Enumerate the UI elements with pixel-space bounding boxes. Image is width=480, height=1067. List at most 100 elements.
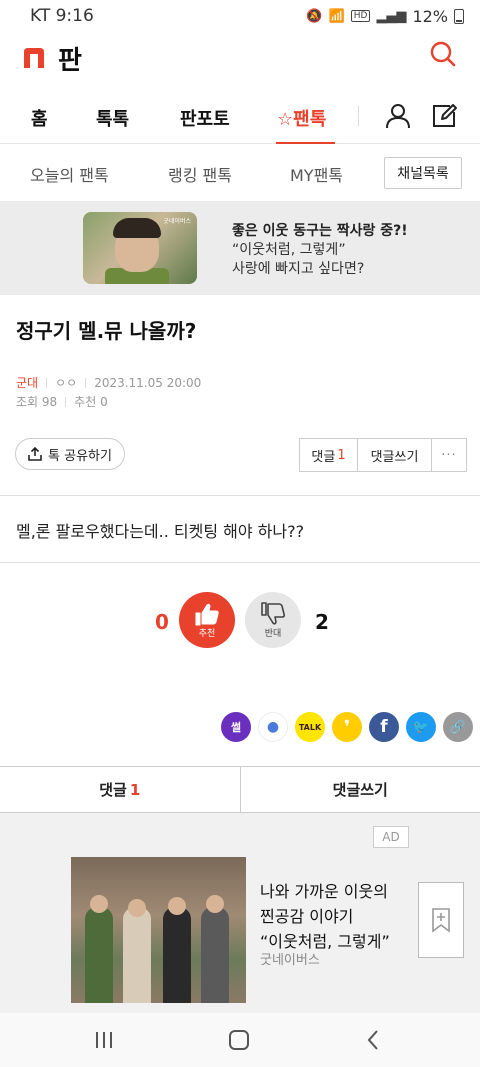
upvote-button[interactable]: 추천 (179, 592, 235, 648)
promo-banner[interactable]: 굿네이버스 좋은 이웃 동구는 짝사랑 중?! “이웃처럼, 그렇게” 사랑에 … (0, 201, 480, 295)
thumbs-up-icon (195, 603, 219, 625)
back-icon (367, 1030, 378, 1050)
logo-text[interactable]: 판 (58, 40, 82, 77)
mute-icon: 🔕 (306, 8, 323, 24)
downvote-label: 반대 (264, 628, 282, 639)
signal-icon: ▂▄▆ (376, 8, 407, 24)
comment-tab-bar: 댓글 1 댓글쓰기 (0, 766, 480, 813)
post-body: 멜,론 팔로우했다는데.. 티켓팅 해야 하나?? (16, 522, 305, 541)
wifi-icon: 📶 (328, 8, 345, 24)
subnav-my[interactable]: MY팬톡 (290, 162, 343, 186)
subnav-today[interactable]: 오늘의 팬톡 (30, 162, 109, 186)
comment-label: 댓글 (311, 449, 336, 465)
band-share-button[interactable]: ● (258, 712, 288, 742)
thumbs-down-icon (261, 601, 286, 625)
edit-icon (433, 104, 457, 127)
sns-share-row: 썰 ● TALK ❜ f 🐦 🔗 (221, 712, 473, 742)
meta-divider (85, 377, 87, 388)
share-icon (28, 447, 42, 461)
ad-line-2: 찐공감 이야기 (260, 907, 354, 926)
banner-image-mark: 굿네이버스 (163, 218, 191, 225)
home-button[interactable] (225, 1027, 253, 1053)
nav-fantalk-label: 팬톡 (293, 109, 327, 130)
nav-toktok[interactable]: 톡톡 (96, 105, 129, 131)
kakaotalk-share-button[interactable]: TALK (295, 712, 325, 742)
home-icon (229, 1030, 249, 1050)
ad-source: 굿네이버스 (260, 953, 320, 968)
write-comment-button[interactable]: 댓글쓰기 (358, 439, 432, 471)
more-button[interactable]: ··· (432, 439, 466, 471)
tab-comments-count: 1 (129, 780, 141, 799)
search-button[interactable] (428, 40, 458, 70)
ad-text[interactable]: 나와 가까운 이웃의 찐공감 이야기 “이웃처럼, 그렇게” (260, 879, 390, 954)
system-nav-bar (0, 1013, 480, 1067)
post-recommends: 추천 0 (74, 395, 108, 409)
nav-fantalk[interactable]: ☆팬톡 (277, 105, 326, 131)
bookmark-button[interactable] (418, 882, 464, 958)
logo-n-icon[interactable] (22, 46, 46, 70)
nav-home[interactable]: 홈 (31, 105, 48, 131)
banner-image: 굿네이버스 (83, 212, 197, 284)
channel-list-button[interactable]: 채널목록 (384, 157, 462, 189)
kakaostory-icon: ❜ (343, 716, 351, 738)
banner-line-2: “이웃처럼, 그렇게” (232, 242, 346, 258)
user-icon (386, 104, 410, 129)
post-category[interactable]: 군대 (16, 374, 38, 391)
facebook-icon: f (380, 717, 388, 737)
share-label: 톡 공유하기 (48, 448, 112, 464)
tab-comments[interactable]: 댓글 1 (0, 767, 240, 812)
battery-icon (454, 8, 464, 24)
carrier-time: KT 9:16 (30, 6, 94, 26)
ad-section: AD 나와 가까운 이웃의 찐공감 이야기 “이웃처럼, 그렇게” (0, 813, 480, 1013)
user-button[interactable] (384, 102, 412, 130)
tab-write-comment[interactable]: 댓글쓰기 (239, 767, 480, 812)
banner-line-3: 사랑에 빠지고 싶다면? (232, 261, 365, 277)
ssul-icon: 썰 (230, 721, 242, 734)
link-share-button[interactable]: 🔗 (443, 712, 473, 742)
write-button[interactable] (430, 102, 458, 130)
tab-comments-label: 댓글 (99, 781, 127, 799)
status-icons: 🔕 📶 HD ▂▄▆ 12% (306, 7, 464, 26)
facebook-share-button[interactable]: f (369, 712, 399, 742)
comment-button[interactable]: 댓글 1 (300, 439, 358, 471)
main-nav: 홈 톡톡 판포토 ☆팬톡 (0, 88, 480, 144)
link-icon: 🔗 (449, 719, 467, 735)
post-datetime: 2023.11.05 20:00 (94, 375, 202, 390)
app-header: 판 (0, 32, 480, 84)
divider (0, 495, 480, 496)
kakaotalk-icon: TALK (298, 722, 322, 732)
status-bar: KT 9:16 🔕 📶 HD ▂▄▆ 12% (0, 0, 480, 32)
recent-apps-button[interactable] (90, 1027, 118, 1053)
star-icon: ☆ (277, 109, 294, 130)
banner-text: 좋은 이웃 동구는 짝사랑 중?! “이웃처럼, 그렇게” 사랑에 빠지고 싶다… (232, 222, 408, 279)
battery-percent: 12% (412, 6, 448, 26)
nav-panphoto[interactable]: 판포토 (180, 105, 230, 131)
kakaostory-share-button[interactable]: ❜ (332, 712, 362, 742)
meta-divider (46, 377, 48, 388)
upvote-count: 0 (155, 610, 169, 634)
twitter-share-button[interactable]: 🐦 (406, 712, 436, 742)
bookmark-plus-icon (432, 908, 450, 933)
comment-count: 1 (337, 447, 346, 463)
ad-image[interactable] (71, 857, 246, 1003)
post-nickname: ㅇㅇ (55, 376, 78, 390)
post-title: 정구기 멜.뮤 나올까? (16, 319, 197, 343)
downvote-button[interactable]: 반대 (245, 592, 301, 648)
ad-badge: AD (373, 826, 409, 848)
banner-line-1: 좋은 이웃 동구는 짝사랑 중?! (232, 223, 408, 239)
downvote-count: 2 (315, 610, 329, 634)
upvote-label: 추천 (198, 628, 216, 639)
subnav-ranking[interactable]: 랭킹 팬톡 (168, 162, 232, 186)
ssul-share-button[interactable]: 썰 (221, 712, 251, 742)
ad-line-1: 나와 가까운 이웃의 (260, 882, 388, 901)
meta-divider (65, 396, 67, 407)
comment-actions: 댓글 1 댓글쓰기 ··· (299, 438, 467, 472)
back-button[interactable] (360, 1027, 388, 1053)
sub-nav: 오늘의 팬톡 랭킹 팬톡 MY팬톡 채널목록 (0, 145, 480, 201)
post-meta-author: 군대 ㅇㅇ 2023.11.05 20:00 (16, 374, 201, 391)
hd-icon: HD (350, 10, 371, 22)
nav-active-indicator (276, 142, 335, 144)
recent-apps-icon (96, 1032, 112, 1048)
search-icon (430, 41, 456, 67)
share-button[interactable]: 톡 공유하기 (15, 438, 125, 470)
